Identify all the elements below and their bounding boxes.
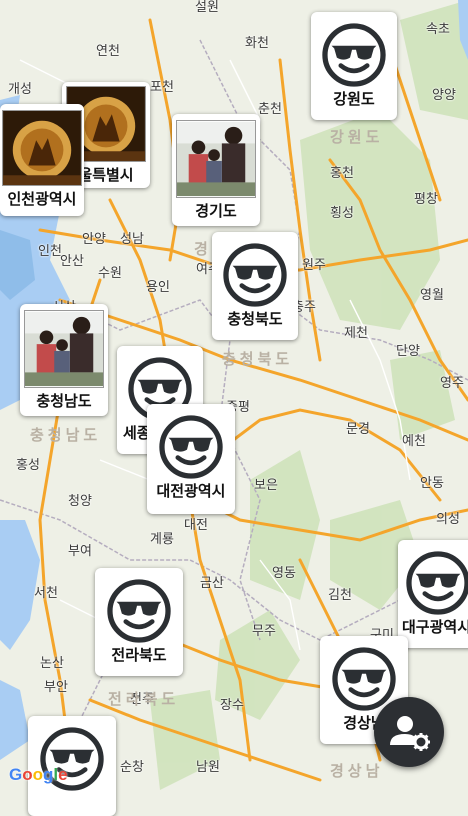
place-label: 설원 [195, 0, 219, 15]
place-label: 보은 [254, 478, 278, 493]
place-label: 원주 [302, 258, 326, 273]
sunglasses-face-icon [106, 578, 172, 644]
region-card-gyeonggi[interactable]: 경기도 [172, 114, 260, 226]
place-label: 단양 [396, 344, 420, 359]
province-label: 전라북도 [108, 690, 180, 708]
place-label: 문경 [346, 422, 370, 437]
region-card-jeonbuk[interactable]: 전라북도 [95, 568, 183, 676]
place-label: 영주 [440, 376, 464, 391]
place-label: 홍성 [16, 458, 40, 473]
place-label: 홍천 [330, 166, 354, 181]
place-label: 인천 [38, 244, 62, 259]
place-label: 안양 [82, 232, 106, 247]
province-label: 충청북도 [222, 350, 294, 368]
region-card-daegu[interactable]: 대구광역시 [398, 540, 468, 648]
family-photo [24, 310, 104, 388]
region-card-daejeon[interactable]: 대전광역시 [147, 404, 235, 514]
province-label: 충청남도 [30, 426, 102, 444]
region-card-chungbuk[interactable]: 충청북도 [212, 232, 298, 340]
place-label: 평창 [414, 192, 438, 207]
place-label: 대전 [184, 518, 208, 533]
region-card-label: 대전광역시 [156, 482, 226, 500]
user-settings-button[interactable] [374, 697, 444, 767]
region-card-chungnam[interactable]: 충청남도 [20, 304, 108, 416]
region-card-label: 충청북도 [227, 310, 283, 328]
place-label: 순창 [120, 760, 144, 775]
place-label: 계룡 [150, 532, 174, 547]
google-logo: Google [9, 765, 68, 784]
place-label: 화천 [245, 36, 269, 51]
place-label: 안산 [60, 254, 84, 269]
region-card-label: 대구광역시 [402, 618, 468, 636]
place-label: 연천 [96, 44, 120, 59]
place-label: 개성 [8, 82, 32, 97]
place-label: 속초 [426, 22, 450, 37]
place-label: 장수 [220, 698, 244, 713]
sunglasses-face-icon [405, 550, 468, 616]
region-card-label: 경기도 [195, 202, 237, 220]
place-label: 포천 [150, 80, 174, 95]
place-label: 양양 [432, 88, 456, 103]
place-label: 부여 [68, 544, 92, 559]
place-label: 청양 [68, 494, 92, 509]
place-label: 제천 [344, 326, 368, 341]
sunglasses-face-icon [321, 22, 387, 88]
user-settings-icon [390, 716, 430, 751]
place-label: 영월 [420, 288, 444, 303]
place-label: 용인 [146, 280, 170, 295]
province-label: 강원도 [330, 128, 384, 146]
region-card-label: 인천광역시 [7, 190, 77, 208]
region-card-label: 전라북도 [111, 646, 167, 664]
place-label: 수원 [98, 266, 122, 281]
place-label: 성남 [120, 232, 144, 247]
place-label: 김천 [328, 588, 352, 603]
family-photo [176, 120, 256, 198]
sunglasses-face-icon [158, 414, 224, 480]
place-label: 횡성 [330, 206, 354, 221]
region-card-incheon[interactable]: 인천광역시 [0, 104, 84, 216]
region-card-gangwon[interactable]: 강원도 [311, 12, 397, 120]
place-label: 논산 [40, 656, 64, 671]
lantern-photo [2, 110, 82, 186]
sunglasses-face-icon [222, 242, 288, 308]
region-card-label: 강원도 [333, 90, 375, 108]
place-label: 예천 [402, 434, 426, 449]
place-label: 안동 [420, 476, 444, 491]
place-label: 금산 [200, 576, 224, 591]
place-label: 영동 [272, 566, 296, 581]
region-card-label: 충청남도 [36, 392, 92, 410]
place-label: 서천 [34, 586, 58, 601]
province-label: 경 [194, 240, 212, 258]
place-label: 춘천 [258, 102, 282, 117]
place-label: 남원 [196, 760, 220, 775]
place-label: 의성 [436, 512, 460, 527]
place-label: 부안 [44, 680, 68, 695]
place-label: 무주 [252, 624, 276, 639]
